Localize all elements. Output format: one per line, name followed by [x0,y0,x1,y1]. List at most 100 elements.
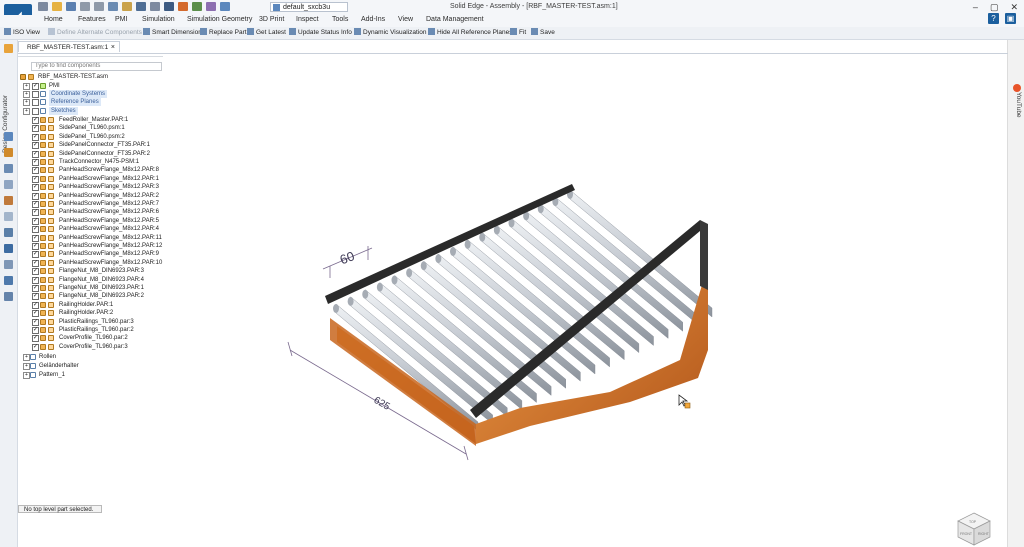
close-tab-icon[interactable]: × [111,42,115,53]
view-cube-top[interactable]: TOP [969,520,977,524]
replace-part-button[interactable]: Replace Part [200,28,247,36]
visibility-checkbox[interactable]: ✓ [32,301,39,309]
get-latest-button[interactable]: Get Latest [247,28,286,36]
visibility-checkbox[interactable]: ✓ [32,343,39,351]
visibility-checkbox[interactable]: ✓ [32,133,39,141]
feature-library-icon[interactable] [4,164,13,173]
help-icon[interactable]: ? [988,13,999,24]
undo-icon[interactable] [80,2,90,11]
view-cube-front[interactable]: FRONT [960,532,973,536]
properties-icon[interactable] [4,180,13,189]
visibility-checkbox[interactable]: ✓ [32,276,39,284]
visibility-checkbox[interactable]: ✓ [32,259,39,267]
tab-simulation-geometry[interactable]: Simulation Geometry [187,16,252,23]
tab-tools[interactable]: Tools [332,16,348,23]
sensors-icon[interactable] [4,196,13,205]
hide-all-reference-planes-button[interactable]: Hide All Reference Planes [428,28,513,36]
tab-add-ins[interactable]: Add-Ins [361,16,385,23]
help-topics-icon[interactable] [4,244,13,253]
youtube-tab[interactable]: YouTube [1015,92,1022,118]
design-configurator-tab[interactable]: Design Configurator [2,95,9,153]
explode-icon[interactable] [4,276,13,285]
redo-icon[interactable] [94,2,104,11]
parts-library-icon[interactable] [4,148,13,157]
visibility-checkbox[interactable]: ✓ [32,175,39,183]
select-icon[interactable] [136,2,146,11]
open-icon[interactable] [52,2,62,11]
visibility-checkbox[interactable]: ✓ [32,209,39,217]
pmi-icon[interactable] [206,2,216,11]
visibility-checkbox[interactable]: ✓ [32,184,39,192]
visibility-checkbox[interactable]: ✓ [32,159,39,166]
view-cube[interactable]: TOP FRONT RIGHT [954,511,994,547]
visibility-checkbox[interactable]: ✓ [32,327,39,334]
settings-icon[interactable]: ▣ [1005,13,1016,24]
visibility-checkbox[interactable]: ✓ [32,83,39,90]
visibility-checkbox[interactable]: ✓ [32,150,39,158]
dimension-pitch-label[interactable]: 60 [338,248,357,267]
expand-icon[interactable]: + [23,363,30,370]
cover-end-far[interactable] [700,220,708,290]
visibility-checkbox[interactable]: ✓ [32,167,39,175]
view-icon[interactable] [150,2,160,11]
tab-inspect[interactable]: Inspect [296,16,319,23]
layers-icon[interactable] [4,132,13,141]
tab-data-management[interactable]: Data Management [426,16,484,23]
model-viewport[interactable]: 60 625 [180,60,1000,520]
define-alternate-components-button[interactable]: Define Alternate Components [48,28,142,36]
relationships-icon[interactable] [4,228,13,237]
document-tab[interactable]: RBF_MASTER-TEST.asm:1 × [18,41,120,52]
new-icon[interactable] [38,2,48,11]
visibility-checkbox[interactable] [32,99,39,106]
visibility-checkbox[interactable]: ✓ [32,335,39,343]
minimize-icon[interactable]: – [973,2,978,13]
pathfinder-icon[interactable] [4,44,13,53]
visibility-checkbox[interactable]: ✓ [32,217,39,225]
close-icon[interactable]: ✕ [1010,2,1018,13]
expand-icon[interactable]: + [23,83,30,90]
visibility-checkbox[interactable]: ✓ [32,226,39,234]
check-icon[interactable] [192,2,202,11]
visibility-checkbox[interactable]: ✓ [32,192,39,200]
dimension-width-label[interactable]: 625 [372,395,392,413]
measure-icon[interactable] [4,260,13,269]
visibility-checkbox[interactable]: ✓ [32,142,39,150]
visibility-checkbox[interactable]: ✓ [32,251,39,259]
visibility-checkbox[interactable]: ✓ [32,117,39,124]
theme-dropdown[interactable]: default_sxcb3u [270,2,348,12]
iso-view-button[interactable]: ISO View [4,28,40,36]
visibility-checkbox[interactable]: ✓ [32,293,39,301]
assembly-icon[interactable] [122,2,132,11]
expand-icon[interactable]: + [23,108,30,115]
visibility-checkbox[interactable]: ✓ [32,201,39,208]
fit-button[interactable]: Fit [510,28,526,36]
theme-icon[interactable] [220,2,230,11]
visibility-checkbox[interactable]: ✓ [32,268,39,276]
smart-dimension-button[interactable]: Smart Dimension [143,28,202,36]
visibility-checkbox[interactable] [32,108,39,115]
expand-icon[interactable]: + [23,354,30,361]
tab-3d-print[interactable]: 3D Print [259,16,284,23]
visibility-checkbox[interactable]: ✓ [32,318,39,326]
commands-icon[interactable] [164,2,174,11]
side-panel-near-lower[interactable] [330,318,476,446]
visibility-checkbox[interactable]: ✓ [32,310,39,318]
update-status-info-button[interactable]: Update Status Info [289,28,352,36]
visibility-checkbox[interactable]: ✓ [32,234,39,242]
select-tools-icon[interactable] [4,292,13,301]
tab-view[interactable]: View [398,16,413,23]
tab-features[interactable]: Features [78,16,106,23]
component-search-input[interactable] [31,62,162,71]
visibility-checkbox[interactable]: ✓ [32,125,39,133]
view-cube-right[interactable]: RIGHT [978,532,990,536]
expand-icon[interactable]: + [23,372,30,379]
visibility-checkbox[interactable] [32,91,39,98]
expand-icon[interactable]: + [23,99,30,106]
maximize-icon[interactable]: ▢ [990,2,999,13]
simulation-icon[interactable] [178,2,188,11]
notification-icon[interactable] [1013,84,1021,92]
save-icon[interactable] [66,2,76,11]
tab-home[interactable]: Home [44,16,63,23]
search-icon[interactable] [4,212,13,221]
save-button[interactable]: Save [531,28,555,36]
